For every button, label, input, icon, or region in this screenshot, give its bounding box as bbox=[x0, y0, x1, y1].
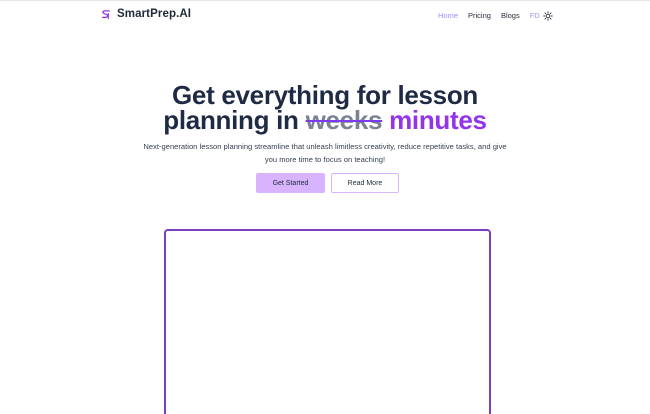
hero-title-accent-word: minutes bbox=[389, 105, 487, 135]
get-started-button[interactable]: Get Started bbox=[256, 173, 325, 193]
nav-item-pricing[interactable]: Pricing bbox=[468, 11, 491, 20]
hero-title: Get everything for lesson planning in we… bbox=[0, 82, 650, 135]
main-nav: Home Pricing Blogs FD bbox=[438, 11, 550, 20]
sun-icon[interactable] bbox=[543, 11, 553, 21]
brand[interactable]: SmartPrep.AI bbox=[101, 8, 191, 20]
read-more-button[interactable]: Read More bbox=[331, 173, 399, 193]
navbar: SmartPrep.AI Home Pricing Blogs FD bbox=[0, 0, 650, 32]
hero-subtitle: Next-generation lesson planning streamli… bbox=[143, 142, 507, 164]
brand-name: SmartPrep.AI bbox=[117, 8, 192, 20]
nav-item-blogs[interactable]: Blogs bbox=[501, 11, 520, 20]
page: SmartPrep.AI Home Pricing Blogs FD Get e… bbox=[0, 0, 650, 414]
nav-item-fd[interactable]: FD bbox=[530, 11, 540, 20]
nav-item-home[interactable]: Home bbox=[438, 11, 458, 20]
hero-title-prefix: planning in bbox=[163, 105, 299, 135]
sp-logo-icon bbox=[102, 9, 110, 19]
preview-frame bbox=[164, 229, 491, 414]
hero-title-struck-word: weeks bbox=[305, 105, 383, 135]
